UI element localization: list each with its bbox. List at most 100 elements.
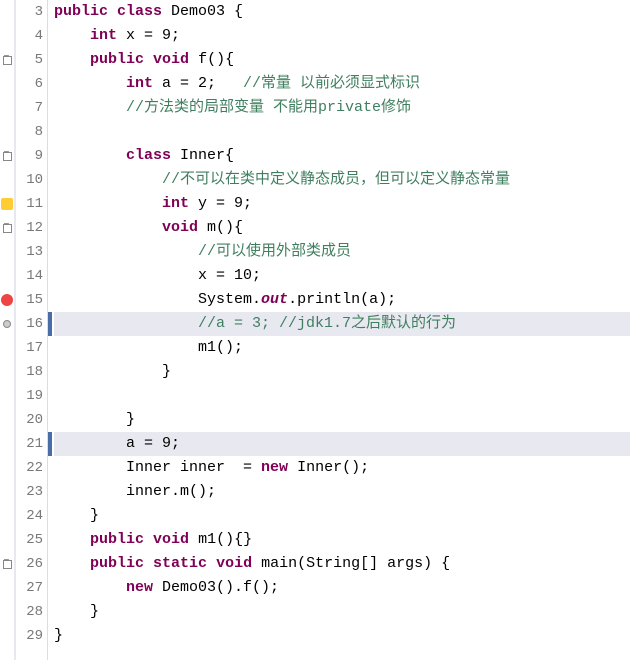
- code-line[interactable]: [54, 384, 630, 408]
- gutter-marker[interactable]: [0, 216, 14, 240]
- code-token: int: [126, 75, 153, 92]
- code-line[interactable]: //不可以在类中定义静态成员，但可以定义静态常量: [54, 168, 630, 192]
- code-line[interactable]: public void f(){: [54, 48, 630, 72]
- fold-icon[interactable]: [3, 152, 12, 161]
- code-line[interactable]: m1();: [54, 336, 630, 360]
- code-token: }: [54, 507, 99, 524]
- code-token: m1(){}: [189, 531, 252, 548]
- code-token: //a = 3; //jdk1.7之后默认的行为: [198, 315, 456, 332]
- gutter-marker: [0, 408, 14, 432]
- code-line[interactable]: a = 9;: [54, 432, 630, 456]
- gutter-marker: [0, 96, 14, 120]
- code-line[interactable]: x = 10;: [54, 264, 630, 288]
- code-token: x = 10;: [54, 267, 261, 284]
- code-line[interactable]: [54, 120, 630, 144]
- line-number: 28: [16, 600, 43, 624]
- gutter-marker[interactable]: [0, 192, 14, 216]
- breakpoint-icon[interactable]: [3, 320, 11, 328]
- code-token: //常量 以前必须显式标识: [243, 75, 420, 92]
- gutter-marker[interactable]: [0, 288, 14, 312]
- code-line[interactable]: inner.m();: [54, 480, 630, 504]
- code-token: Demo03().f();: [153, 579, 279, 596]
- code-line[interactable]: //方法类的局部变量 不能用private修饰: [54, 96, 630, 120]
- gutter-marker[interactable]: [0, 552, 14, 576]
- code-token: int: [90, 27, 117, 44]
- code-token: main(String[] args) {: [252, 555, 450, 572]
- highlight-bar: [48, 432, 52, 456]
- code-token: void: [153, 51, 189, 68]
- code-token: void: [153, 531, 189, 548]
- code-token: public: [90, 531, 144, 548]
- fold-icon[interactable]: [3, 56, 12, 65]
- code-line[interactable]: Inner inner = new Inner();: [54, 456, 630, 480]
- code-token: Inner{: [171, 147, 234, 164]
- gutter-marker: [0, 120, 14, 144]
- code-token: .println(a);: [288, 291, 396, 308]
- code-token: [54, 555, 90, 572]
- code-token: System.: [54, 291, 261, 308]
- code-token: }: [54, 627, 63, 644]
- code-token: static: [153, 555, 207, 572]
- code-token: //可以使用外部类成员: [198, 243, 351, 260]
- code-line[interactable]: class Inner{: [54, 144, 630, 168]
- line-number: 21: [16, 432, 43, 456]
- code-token: void: [162, 219, 198, 236]
- gutter-marker: [0, 24, 14, 48]
- gutter-marker[interactable]: [0, 312, 14, 336]
- code-token: Inner();: [288, 459, 369, 476]
- code-line[interactable]: //可以使用外部类成员: [54, 240, 630, 264]
- code-token: public: [90, 555, 144, 572]
- line-number: 6: [16, 72, 43, 96]
- code-token: [144, 51, 153, 68]
- code-line[interactable]: }: [54, 504, 630, 528]
- gutter-marker[interactable]: [0, 144, 14, 168]
- gutter-marker: [0, 504, 14, 528]
- code-line[interactable]: int a = 2; //常量 以前必须显式标识: [54, 72, 630, 96]
- line-number: 15: [16, 288, 43, 312]
- code-token: }: [54, 603, 99, 620]
- code-token: [54, 147, 126, 164]
- code-area[interactable]: public class Demo03 { int x = 9; public …: [48, 0, 630, 660]
- code-line[interactable]: }: [54, 600, 630, 624]
- gutter-marker: [0, 72, 14, 96]
- fold-icon[interactable]: [3, 560, 12, 569]
- gutter-marker: [0, 264, 14, 288]
- fold-icon[interactable]: [3, 224, 12, 233]
- code-line[interactable]: int x = 9;: [54, 24, 630, 48]
- code-token: f(){: [189, 51, 234, 68]
- line-number: 27: [16, 576, 43, 600]
- gutter-marker: [0, 168, 14, 192]
- code-line[interactable]: }: [54, 408, 630, 432]
- warning-icon[interactable]: [1, 198, 13, 210]
- gutter-marker[interactable]: [0, 48, 14, 72]
- code-token: class: [117, 3, 162, 20]
- gutter-marker: [0, 456, 14, 480]
- code-line[interactable]: }: [54, 624, 630, 648]
- code-line[interactable]: System.out.println(a);: [54, 288, 630, 312]
- code-token: }: [54, 363, 171, 380]
- gutter-marker: [0, 0, 14, 24]
- gutter-marker: [0, 480, 14, 504]
- code-token: }: [54, 411, 135, 428]
- code-editor[interactable]: 3456789101112131415161718192021222324252…: [0, 0, 630, 660]
- code-token: [54, 579, 126, 596]
- code-token: class: [126, 147, 171, 164]
- error-icon[interactable]: [1, 294, 13, 306]
- line-number: 13: [16, 240, 43, 264]
- code-line[interactable]: public void m1(){}: [54, 528, 630, 552]
- code-line[interactable]: void m(){: [54, 216, 630, 240]
- code-token: Inner inner =: [54, 459, 261, 476]
- code-token: new: [261, 459, 288, 476]
- line-number: 7: [16, 96, 43, 120]
- code-line[interactable]: public class Demo03 {: [54, 0, 630, 24]
- line-number: 25: [16, 528, 43, 552]
- line-number: 23: [16, 480, 43, 504]
- code-line[interactable]: //a = 3; //jdk1.7之后默认的行为: [54, 312, 630, 336]
- code-token: [54, 219, 162, 236]
- line-number: 29: [16, 624, 43, 648]
- code-line[interactable]: public static void main(String[] args) {: [54, 552, 630, 576]
- code-line[interactable]: int y = 9;: [54, 192, 630, 216]
- code-line[interactable]: }: [54, 360, 630, 384]
- gutter-marker: [0, 336, 14, 360]
- code-line[interactable]: new Demo03().f();: [54, 576, 630, 600]
